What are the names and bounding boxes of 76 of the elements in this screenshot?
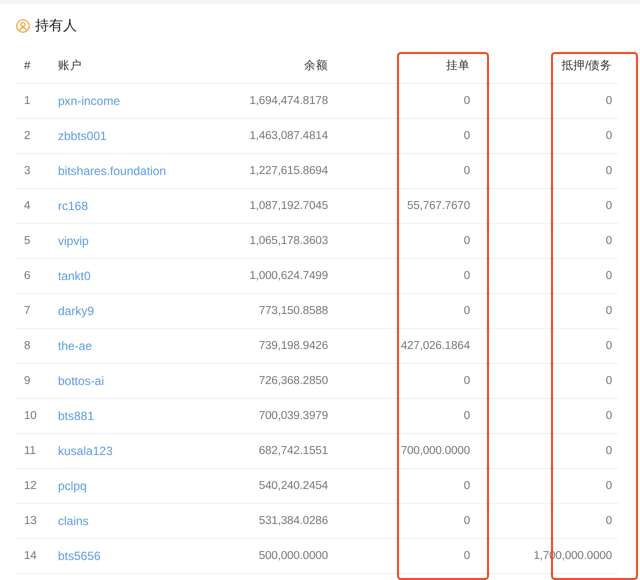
table-cell-text: 427,026.1864: [400, 340, 471, 352]
column-header: #: [23, 60, 32, 72]
table-cell-text: 0: [462, 165, 471, 177]
table-cell-text: 0: [462, 270, 471, 282]
table-cell-text: 4: [23, 200, 32, 212]
table-cell-text: 700,039.3979: [258, 410, 328, 422]
table-cell-text: 12: [23, 480, 38, 492]
section-title: 持有人: [35, 17, 77, 35]
user-icon: [16, 19, 30, 33]
table-cell-text: 0: [604, 165, 613, 177]
table-cell-text: 0: [604, 340, 613, 352]
table-cell-text: 0: [604, 445, 613, 457]
account-link[interactable]: bottos-ai: [58, 374, 104, 388]
account-link[interactable]: darky9: [58, 304, 94, 318]
table-cell-text: 500,000.0000: [258, 550, 328, 562]
table-cell-text: 9: [23, 375, 32, 387]
table-cell-text: 0: [604, 200, 613, 212]
table-cell-text: 0: [462, 95, 471, 107]
table-cell-text: 0: [604, 130, 613, 142]
table-cell-text: 0: [462, 130, 471, 142]
account-link[interactable]: pxn-income: [58, 94, 120, 108]
table-cell-text: 0: [462, 410, 471, 422]
table-cell-text: 11: [23, 445, 37, 457]
table-cell-text: 1,227,615.8694: [248, 165, 328, 177]
column-header: 抵押/债务: [560, 58, 613, 73]
table-cell-text: 10: [23, 410, 38, 422]
table-cell-text: 0: [604, 95, 613, 107]
account-link[interactable]: vipvip: [58, 234, 89, 248]
account-link[interactable]: clains: [58, 514, 89, 528]
table-cell-text: 0: [604, 480, 613, 492]
table-cell-text: 8: [23, 340, 32, 352]
table-cell-text: 531,384.0286: [258, 515, 328, 527]
table-cell-text: 1,065,178.3603: [248, 235, 328, 247]
table-cell-text: 1,694,474.8178: [248, 95, 328, 107]
table-cell-text: 14: [23, 550, 38, 562]
table-cell-text: 55,767.7670: [406, 200, 471, 212]
table-cell-text: 739,198.9426: [258, 340, 328, 352]
account-link[interactable]: zbbts001: [58, 129, 107, 143]
account-link[interactable]: rc168: [58, 199, 88, 213]
table-cell-text: 0: [604, 515, 613, 527]
table-cell-text: 1,087,192.7045: [248, 200, 328, 212]
table-cell-text: 0: [462, 305, 471, 317]
table-cell-text: 0: [604, 270, 613, 282]
account-link[interactable]: the-ae: [58, 339, 92, 353]
table-cell-text: 726,368.2850: [258, 375, 328, 387]
table-cell-text: 0: [462, 235, 471, 247]
table-cell-text: 5: [23, 235, 32, 247]
column-header: 账户: [58, 58, 83, 73]
table-cell-text: 0: [604, 235, 613, 247]
table-cell-text: 773,150.8588: [258, 305, 328, 317]
table-cell-text: 0: [604, 305, 613, 317]
table-cell-text: 0: [462, 550, 471, 562]
table-cell-text: 540,240.2454: [258, 480, 328, 492]
table-cell-text: 2: [23, 130, 32, 142]
table-cell-text: 1,463,087.4814: [248, 130, 328, 142]
account-link[interactable]: bitshares.foundation: [58, 164, 166, 178]
table-cell-text: 0: [462, 480, 471, 492]
account-link[interactable]: kusala123: [58, 444, 113, 458]
table-cell-text: 700,000.0000: [400, 445, 471, 457]
column-header: 余额: [303, 58, 328, 73]
table-cell-text: 13: [23, 515, 38, 527]
table-cell-text: 7: [23, 305, 32, 317]
table-cell-text: 0: [604, 410, 613, 422]
column-header: 挂单: [445, 58, 471, 73]
table-cell-text: 0: [462, 375, 471, 387]
table-cell-text: 0: [604, 375, 613, 387]
table-cell-text: 682,742.1551: [258, 445, 328, 457]
table-cell-text: 6: [23, 270, 32, 282]
table-cell-text: 3: [23, 165, 32, 177]
table-cell-text: 1: [23, 95, 32, 107]
account-link[interactable]: tankt0: [58, 269, 91, 283]
account-link[interactable]: pclpq: [58, 479, 87, 493]
account-link[interactable]: bts5656: [58, 549, 101, 563]
table-cell-text: 0: [462, 515, 471, 527]
table-cell-text: 1,000,624.7499: [248, 270, 328, 282]
account-link[interactable]: bts881: [58, 409, 94, 423]
